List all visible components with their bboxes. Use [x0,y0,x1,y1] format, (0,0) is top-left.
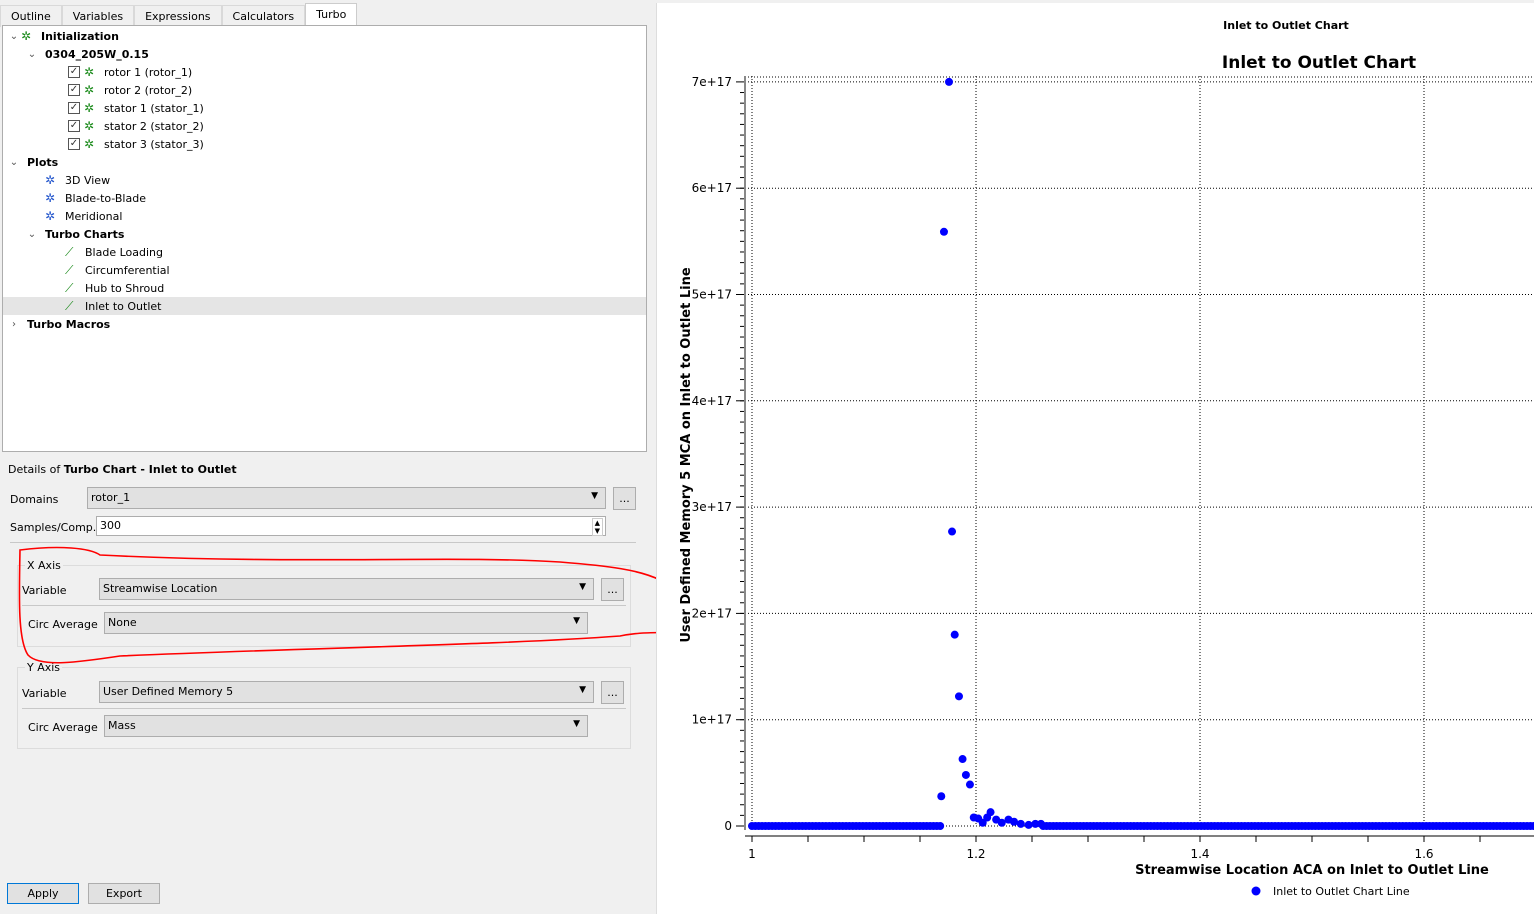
data-point [965,780,974,789]
data-point [986,808,995,817]
y-tick-label: 0 [724,819,732,833]
data-point [954,692,963,701]
legend-label: Inlet to Outlet Chart Line [1273,885,1410,898]
x-tick-label: 1.4 [1190,847,1209,861]
x-tick-label: 1.6 [1414,847,1433,861]
data-point [939,227,948,236]
chart-panel: Inlet to Outlet Chart Inlet to Outlet Ch… [656,3,1534,914]
y-tick-label: 1e+17 [692,713,732,727]
data-point [1036,819,1045,828]
legend-marker [1251,886,1261,896]
data-point [1016,819,1025,828]
data-point [937,792,946,801]
data-point [948,527,957,536]
chart-title: Inlet to Outlet Chart [1222,53,1416,73]
data-point [961,770,970,779]
data-point [958,755,967,764]
data-point [945,77,954,86]
x-axis-label: Streamwise Location ACA on Inlet to Outl… [1135,863,1489,878]
x-tick-label: 1.2 [966,847,985,861]
x-tick-label: 1 [748,847,756,861]
y-tick-label: 7e+17 [692,75,732,89]
y-tick-label: 3e+17 [692,500,732,514]
plot-area [748,76,1534,830]
y-tick-label: 5e+17 [692,288,732,302]
scatter-chart: Inlet to Outlet Chart 0 1e+17 2e+17 3e+17 4e+… [679,53,1534,898]
data-point [1024,820,1033,829]
y-tick-label: 4e+17 [692,394,732,408]
y-tick-label: 2e+17 [692,606,732,620]
data-point [936,822,945,830]
y-axis-label: User Defined Memory 5 MCA on Inlet to Ou… [679,267,694,642]
y-tick-label: 6e+17 [692,181,732,195]
data-point [950,630,959,639]
